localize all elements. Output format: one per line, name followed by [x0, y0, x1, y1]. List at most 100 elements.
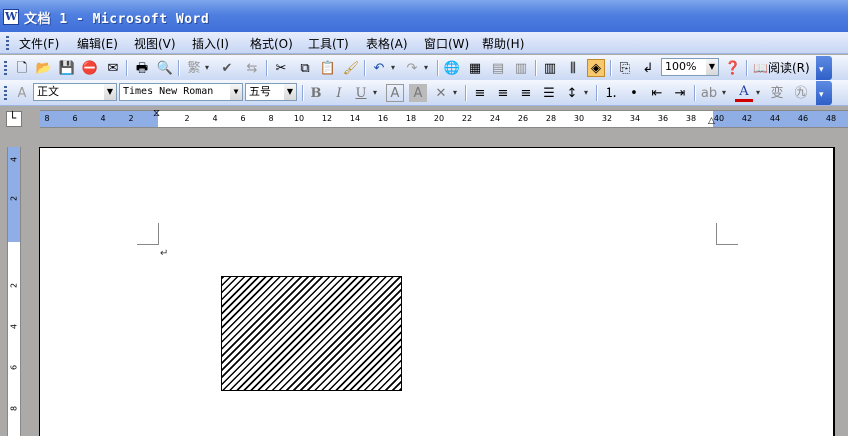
style-select[interactable]: 正文 ▼	[33, 83, 117, 101]
ruler-tick: 2	[128, 114, 134, 123]
first-line-indent-icon[interactable]: ⧖	[153, 108, 160, 119]
print-preview-icon[interactable]: 🔍	[156, 59, 174, 77]
ruler-tick: 2	[9, 195, 19, 202]
character-scaling-icon[interactable]: ✕	[432, 84, 450, 102]
tables-borders-icon[interactable]: ▦	[466, 59, 484, 77]
show-hide-icon[interactable]: ⎘	[616, 59, 634, 77]
insert-excel-icon[interactable]: ▥	[512, 59, 530, 77]
document-page[interactable]: ↵	[39, 147, 835, 436]
help-icon[interactable]: ❓	[724, 59, 742, 77]
style-value: 正文	[37, 85, 59, 98]
zoom-select[interactable]: 100% ▼	[661, 58, 719, 76]
research-icon[interactable]: ✔	[218, 59, 236, 77]
underline-icon[interactable]: U	[352, 84, 370, 102]
menu-insert[interactable]: 插入(I)	[192, 35, 229, 52]
menu-edit[interactable]: 编辑(E)	[77, 35, 118, 52]
new-document-icon[interactable]: 🗋	[13, 59, 31, 77]
ruler-tick: 4	[100, 114, 106, 123]
open-folder-icon[interactable]: 📂	[35, 59, 53, 77]
highlight-icon[interactable]: ab	[700, 84, 718, 102]
increase-indent-icon[interactable]: ⇥	[671, 84, 689, 102]
crop-mark-top-left	[137, 223, 159, 245]
spelling-grammar-icon[interactable]: 繁	[185, 59, 203, 77]
align-center-icon[interactable]: ≡	[494, 84, 512, 102]
ruler-tick: 36	[657, 114, 669, 123]
font-color-icon[interactable]: A	[735, 84, 753, 102]
enclose-characters-icon[interactable]: ㊈	[792, 84, 810, 102]
menu-window[interactable]: 窗口(W)	[424, 35, 469, 52]
toolbar-grip-icon[interactable]	[4, 86, 7, 100]
standard-toolbar: 🗋 📂 💾 ⛔ ✉ 🖶 🔍 繁 ▾ ✔ ⇆ ✂ ⧉ 📋 🖌 ↶ ▾ ↷ ▾ 🌐 …	[0, 55, 848, 81]
insert-table-icon[interactable]: ▤	[489, 59, 507, 77]
ruler-tick: 42	[741, 114, 753, 123]
numbering-icon[interactable]: ⒈	[602, 84, 620, 102]
align-justify-icon[interactable]: ≡	[471, 84, 489, 102]
paste-icon[interactable]: 📋	[319, 59, 337, 77]
paragraph-marks-icon[interactable]: ↲	[639, 59, 657, 77]
tab-selector-icon[interactable]	[6, 111, 22, 127]
font-size-select[interactable]: 五号 ▼	[245, 83, 297, 101]
menu-file[interactable]: 文件(F)	[19, 35, 59, 52]
menu-tools[interactable]: 工具(T)	[308, 35, 349, 52]
ruler-tick: 6	[72, 114, 78, 123]
font-value: Times New Roman	[123, 86, 214, 97]
distributed-icon[interactable]: ☰	[540, 84, 558, 102]
undo-icon[interactable]: ↶	[370, 59, 388, 77]
save-icon[interactable]: 💾	[58, 59, 76, 77]
title-bar: 文档 1 - Microsoft Word	[0, 0, 848, 32]
decrease-indent-icon[interactable]: ⇤	[648, 84, 666, 102]
phonetic-guide-icon[interactable]: 变	[768, 84, 786, 102]
ruler-tick: 34	[629, 114, 641, 123]
email-icon[interactable]: ✉	[104, 59, 122, 77]
translate-icon[interactable]: ⇆	[243, 59, 261, 77]
permission-icon[interactable]: ⛔	[81, 59, 99, 77]
read-button[interactable]: 📖阅读(R)	[753, 59, 810, 76]
bold-icon[interactable]: B	[307, 84, 325, 102]
ruler-tick: 30	[573, 114, 585, 123]
toolbar-options-icon[interactable]	[816, 81, 832, 105]
drawing-icon[interactable]: ⫼	[564, 59, 582, 77]
ruler-tick: 38	[685, 114, 697, 123]
ruler-tick: 44	[769, 114, 781, 123]
ruler-tick: 8	[9, 405, 19, 412]
font-select[interactable]: Times New Roman ▼	[119, 83, 243, 101]
italic-icon[interactable]: I	[330, 84, 348, 102]
read-button-label: 阅读(R)	[767, 61, 810, 75]
print-icon[interactable]: 🖶	[133, 59, 151, 77]
ruler-tick: 8	[268, 114, 274, 123]
menu-table[interactable]: 表格(A)	[366, 35, 408, 52]
toolbar-options-icon[interactable]	[816, 56, 832, 80]
insert-hyperlink-icon[interactable]: 🌐	[443, 59, 461, 77]
chevron-down-icon[interactable]: ▼	[230, 84, 242, 100]
line-spacing-icon[interactable]: ↕	[563, 84, 581, 102]
crop-mark-top-right	[716, 223, 738, 245]
chevron-down-icon[interactable]: ▼	[284, 84, 296, 100]
columns-icon[interactable]: ▥	[541, 59, 559, 77]
character-shading-icon[interactable]: A	[409, 84, 427, 102]
redo-icon[interactable]: ↷	[403, 59, 421, 77]
paragraph-mark: ↵	[160, 248, 169, 259]
hatched-rectangle-shape[interactable]	[221, 276, 402, 391]
format-painter-icon[interactable]: 🖌	[342, 59, 360, 77]
bullets-icon[interactable]: •	[625, 84, 643, 102]
chevron-down-icon[interactable]: ▼	[706, 59, 718, 75]
ruler-tick: 2	[9, 282, 19, 289]
right-indent-icon[interactable]: △	[708, 116, 715, 126]
formatting-toolbar: A 正文 ▼ Times New Roman ▼ 五号 ▼ B I U ▾ A …	[0, 80, 848, 106]
character-border-icon[interactable]: A	[386, 84, 404, 102]
copy-icon[interactable]: ⧉	[296, 59, 314, 77]
ruler-tick: 4	[9, 156, 19, 163]
document-map-icon[interactable]: ◈	[587, 59, 605, 77]
cut-icon[interactable]: ✂	[272, 59, 290, 77]
menu-view[interactable]: 视图(V)	[134, 35, 176, 52]
menu-help[interactable]: 帮助(H)	[482, 35, 524, 52]
align-right-icon[interactable]: ≡	[517, 84, 535, 102]
toolbar-grip-icon[interactable]	[4, 61, 7, 75]
vertical-ruler[interactable]: 4 2 2 4 6 8	[7, 147, 21, 436]
word-app-icon[interactable]	[3, 9, 19, 25]
menubar-grip-icon[interactable]	[6, 36, 9, 50]
horizontal-ruler[interactable]: 8 6 4 2 2 4 6 8 10 12 14 16 18 20 22 24 …	[40, 108, 848, 128]
menu-format[interactable]: 格式(O)	[250, 35, 293, 52]
chevron-down-icon[interactable]: ▼	[104, 84, 116, 100]
styles-formatting-icon[interactable]: A	[13, 84, 31, 102]
